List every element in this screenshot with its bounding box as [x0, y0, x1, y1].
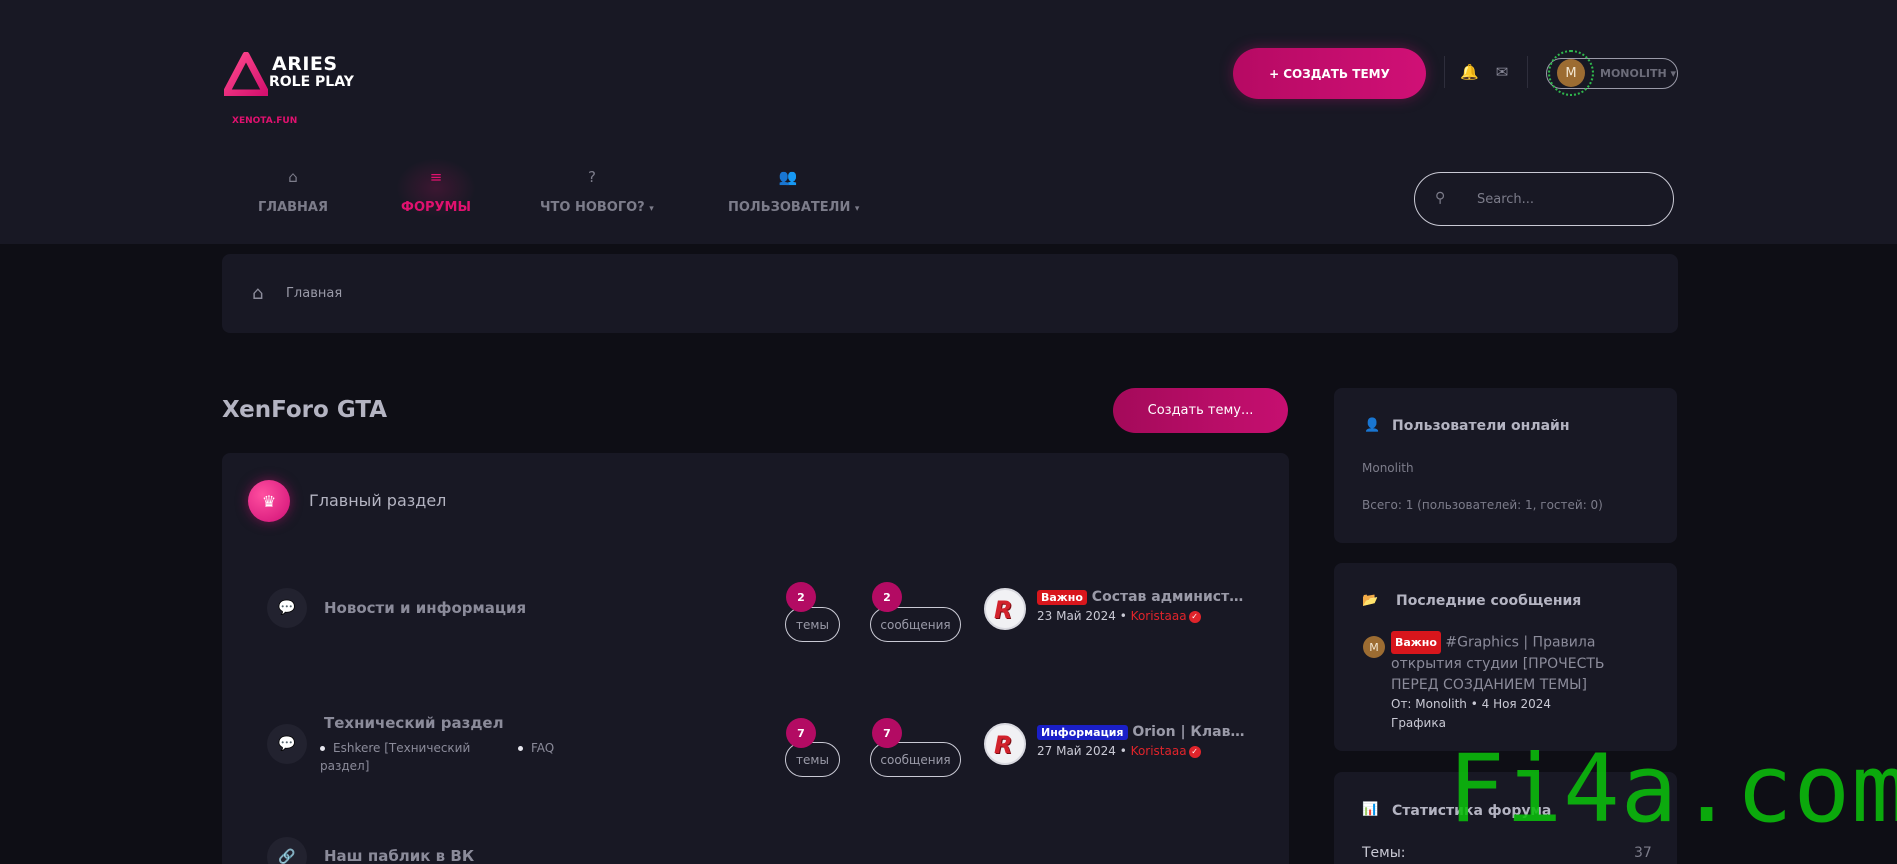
- forum-category-panel: [222, 453, 1289, 864]
- question-icon: ?: [588, 168, 596, 186]
- nav-forums[interactable]: ≡ ФОРУМЫ: [396, 166, 476, 226]
- user-icon: 👤: [1364, 418, 1381, 433]
- last-post-meta: 27 Май 2024 • Koristaaa ✓: [1037, 744, 1201, 758]
- site-logo[interactable]: ARIES ROLE PLAY: [224, 50, 374, 98]
- online-users-title[interactable]: Пользователи онлайн: [1392, 418, 1570, 434]
- prefix-badge: Важно: [1391, 631, 1441, 654]
- plus-icon: +: [1269, 66, 1280, 81]
- nav-whats-new-label: ЧТО НОВОГО? ▾: [540, 200, 654, 215]
- folder-open-icon: 📂: [1362, 593, 1379, 608]
- chat-bubbles-icon: 💬: [267, 724, 307, 764]
- nav-whats-new[interactable]: ? ЧТО НОВОГО? ▾: [540, 166, 654, 226]
- user-menu-name[interactable]: MONOLITH ▾: [1600, 67, 1676, 80]
- home-icon: ⌂: [288, 168, 298, 186]
- subforum-link[interactable]: FAQ: [518, 739, 554, 757]
- last-post-title[interactable]: Информация Orion | Клавиши: [1037, 724, 1247, 740]
- latest-posts-title[interactable]: Последние сообщения: [1396, 593, 1581, 609]
- create-thread-header-label: СОЗДАТЬ ТЕМУ: [1283, 66, 1390, 81]
- logo-line1: ARIES: [272, 53, 338, 75]
- last-post-author[interactable]: Koristaaa: [1131, 744, 1187, 758]
- category-icon: ♛: [248, 480, 290, 522]
- last-post-author[interactable]: Koristaaa: [1131, 609, 1187, 623]
- create-thread-header-button[interactable]: + СОЗДАТЬ ТЕМУ: [1233, 48, 1426, 99]
- home-icon: ⌂: [252, 283, 264, 304]
- chat-bubbles-icon: 💬: [267, 588, 307, 628]
- online-user-link[interactable]: Monolith: [1362, 461, 1414, 475]
- nav-home[interactable]: ⌂ ГЛАВНАЯ: [252, 166, 334, 226]
- threads-label-pill: темы: [785, 742, 840, 777]
- last-post-date: 27 Май 2024: [1037, 744, 1116, 758]
- messages-count-badge: 7: [872, 718, 902, 748]
- page-title: XenForo GTA: [222, 397, 387, 423]
- last-post-avatar[interactable]: R: [984, 588, 1026, 630]
- last-post-title[interactable]: Важно Состав администрации: [1037, 589, 1247, 605]
- verified-icon: ✓: [1188, 745, 1201, 758]
- search-box[interactable]: ⚲ Search...: [1414, 172, 1674, 226]
- nav-users[interactable]: 👥 ПОЛЬЗОВАТЕЛИ ▾: [728, 166, 860, 226]
- messages-count-badge: 2: [872, 582, 902, 612]
- nav-home-label: ГЛАВНАЯ: [257, 200, 328, 215]
- last-post-meta: 23 Май 2024 • Koristaaa ✓: [1037, 609, 1201, 623]
- messages-label-pill: сообщения: [870, 607, 961, 642]
- stats-threads-value: 37: [1634, 845, 1652, 861]
- bell-icon[interactable]: 🔔: [1460, 64, 1479, 80]
- search-input[interactable]: Search...: [1477, 192, 1534, 207]
- category-title[interactable]: Главный раздел: [309, 491, 446, 510]
- threads-label-pill: темы: [785, 607, 840, 642]
- node-title[interactable]: Новости и информация: [324, 599, 526, 617]
- users-icon: 👥: [778, 168, 798, 186]
- bullet: [518, 746, 523, 751]
- subforum-link[interactable]: Eshkere [Технический раздел]: [320, 739, 490, 775]
- list-icon: ≡: [429, 168, 443, 186]
- latest-post-title[interactable]: Важно #Graphics | Правила открытия студи…: [1391, 631, 1631, 696]
- prefix-badge: Важно: [1037, 589, 1087, 605]
- avatar[interactable]: M: [1363, 636, 1385, 658]
- caret-down-icon: ▾: [854, 204, 860, 214]
- threads-count-badge: 7: [786, 718, 816, 748]
- bar-chart-icon: 📊: [1362, 802, 1379, 817]
- stats-threads-label: Темы:: [1362, 845, 1406, 861]
- search-icon: ⚲: [1435, 190, 1446, 206]
- logo-triangle-icon: [224, 52, 268, 96]
- last-post-avatar[interactable]: R: [984, 723, 1026, 765]
- breadcrumb: ⌂ Главная: [222, 254, 1678, 333]
- node-title[interactable]: Технический раздел: [324, 714, 504, 732]
- node-title[interactable]: Наш паблик в ВК: [324, 847, 474, 864]
- header-divider: [1444, 56, 1445, 88]
- online-total: Всего: 1 (пользователей: 1, гостей: 0): [1362, 498, 1603, 512]
- header-divider: [1527, 56, 1528, 88]
- nav-forums-label: ФОРУМЫ: [401, 200, 471, 215]
- latest-post-meta: От: Monolith • 4 Ноя 2024: [1391, 697, 1552, 711]
- breadcrumb-home-link[interactable]: Главная: [286, 286, 342, 301]
- logo-line2: ROLE PLAY: [269, 74, 354, 90]
- caret-down-icon: ▾: [1670, 67, 1677, 80]
- watermark: Fi4a.com: [1448, 735, 1897, 844]
- last-post-date: 23 Май 2024: [1037, 609, 1116, 623]
- latest-post-forum[interactable]: Графика: [1391, 716, 1446, 730]
- site-url: XENOTA.FUN: [232, 116, 298, 126]
- create-thread-button[interactable]: Создать тему...: [1113, 388, 1288, 433]
- caret-down-icon: ▾: [649, 204, 654, 214]
- nav-users-label: ПОЛЬЗОВАТЕЛИ ▾: [728, 200, 860, 215]
- bullet: [320, 746, 325, 751]
- avatar[interactable]: M: [1557, 59, 1585, 87]
- envelope-icon[interactable]: ✉: [1494, 64, 1510, 80]
- threads-count-badge: 2: [786, 582, 816, 612]
- verified-icon: ✓: [1188, 610, 1201, 623]
- prefix-badge: Информация: [1037, 724, 1128, 740]
